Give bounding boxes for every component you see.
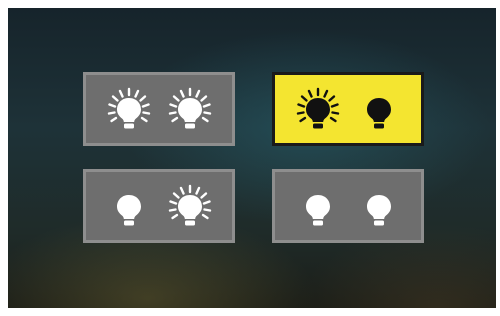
option-tile-3[interactable] (83, 169, 235, 243)
lightbulb-off-icon (366, 98, 391, 129)
lightbulb-on-icon (107, 87, 150, 129)
lightbulb-on-icon (168, 87, 211, 129)
option-tile-4[interactable] (272, 169, 424, 243)
lightbulb-on-icon (168, 184, 211, 226)
option-tile-2[interactable] (272, 72, 424, 146)
lightbulb-off-icon (305, 195, 330, 226)
lightbulb-off-icon (116, 195, 141, 226)
lightbulb-off-icon (366, 195, 391, 226)
lightbulb-on-icon (296, 87, 339, 129)
option-tile-1[interactable] (83, 72, 235, 146)
screenshot-frame (0, 0, 500, 316)
choice-screen (8, 8, 496, 308)
